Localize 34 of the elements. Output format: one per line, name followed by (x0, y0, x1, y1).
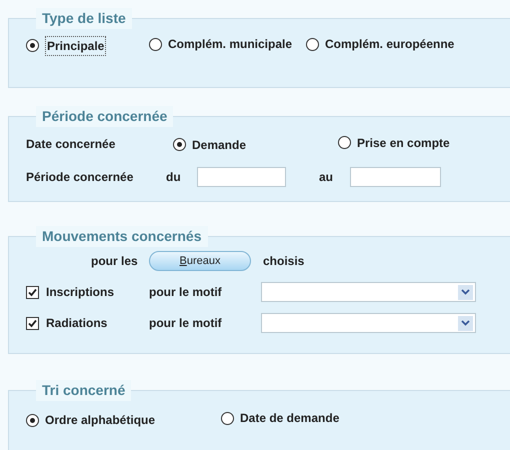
radio-option[interactable]: Complém. municipale (149, 35, 292, 53)
group-title: Tri concerné (36, 380, 132, 401)
radio-button[interactable] (306, 38, 319, 50)
checkbox[interactable] (26, 316, 39, 330)
group-title: Mouvements concernés (36, 226, 208, 247)
radio-option[interactable]: Prise en compte (338, 134, 450, 152)
date-field[interactable] (350, 167, 441, 187)
checkbox[interactable] (26, 286, 39, 298)
radio-option[interactable]: Date de demande (221, 409, 340, 427)
radio-option[interactable]: Ordre alphabétique (26, 411, 156, 429)
radio-button[interactable] (173, 138, 186, 152)
bureaux-button[interactable]: Bureaux (149, 251, 251, 271)
field-label: Période concernée (26, 169, 134, 186)
group-title: Type de liste (36, 8, 132, 29)
field-label: pour les (91, 253, 139, 270)
group-title: Période concernée (36, 106, 174, 127)
checkbox-label: Inscriptions (46, 284, 116, 301)
field-label: Date concernée (26, 136, 116, 153)
chevron-down-icon (458, 316, 473, 330)
chevron-down-icon (458, 284, 473, 300)
field-label: pour le motif (149, 315, 223, 332)
date-field[interactable] (197, 167, 286, 187)
radio-button[interactable] (338, 136, 351, 150)
radio-option[interactable]: Complém. européenne (306, 35, 454, 53)
checkbox-label: Radiations (46, 315, 108, 332)
field-label: pour le motif (149, 284, 223, 301)
radio-button[interactable] (221, 412, 234, 424)
radio-option[interactable]: Demande (173, 136, 246, 154)
field-label: au (319, 169, 334, 186)
field-label: du (166, 169, 182, 186)
radio-button[interactable] (26, 414, 39, 426)
radio-button[interactable] (149, 38, 162, 50)
radio-button[interactable] (26, 39, 39, 52)
field-label: choisis (263, 253, 304, 270)
